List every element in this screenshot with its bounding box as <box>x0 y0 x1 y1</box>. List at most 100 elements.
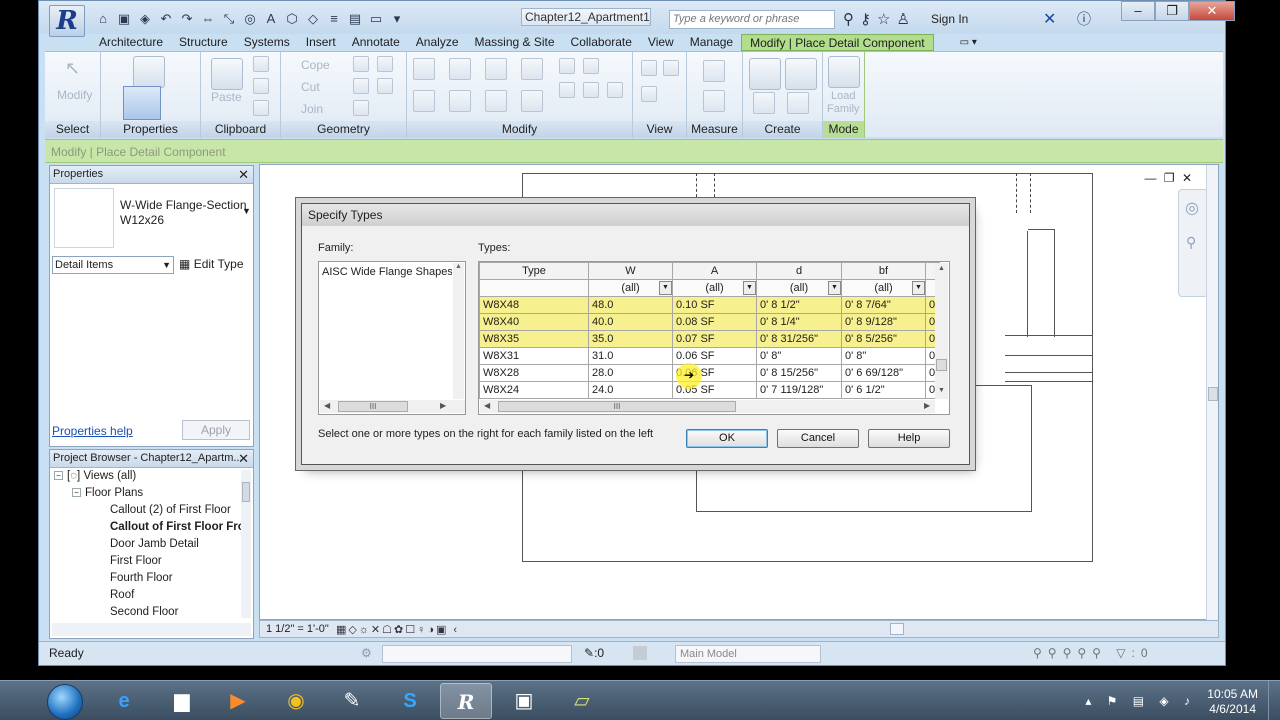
close-icon[interactable]: ✕ <box>238 450 249 467</box>
scroll-left-icon[interactable]: ◀ <box>324 401 330 410</box>
delete-icon[interactable] <box>607 82 623 98</box>
favorites-star-icon[interactable]: ☆ <box>877 10 890 28</box>
system-clock[interactable]: 10:05 AM 4/6/2014 <box>1207 687 1258 717</box>
filter-bf[interactable]: (all) ▼ <box>841 279 926 297</box>
scrollbar-thumb[interactable]: III <box>338 401 408 412</box>
tab-view[interactable]: View <box>640 34 682 51</box>
measure-icon[interactable]: ⇔ <box>200 11 216 27</box>
camera-app-icon[interactable]: ▣ <box>498 683 550 719</box>
cell-a[interactable]: 0.06 SF <box>672 347 757 365</box>
cell-w[interactable]: 24.0 <box>588 381 673 399</box>
section-icon[interactable]: ◇ <box>305 11 321 27</box>
project-browser-horizontal-scrollbar[interactable] <box>52 623 251 636</box>
load-family-label-1[interactable]: Load <box>831 90 855 102</box>
paint-icon[interactable] <box>377 56 393 72</box>
system-tray-icons[interactable]: ▴ ⚑ ▤ ◈ ♪ <box>1085 694 1196 708</box>
view-control-icons[interactable]: ▦◇☼✕☖✿☐♀◑▣ ‹ <box>336 623 459 636</box>
cell-w[interactable]: 40.0 <box>588 313 673 331</box>
cell-type[interactable]: W8X40 <box>479 313 589 331</box>
aligned-dimension-icon[interactable]: ⤡ <box>221 11 237 27</box>
selection-filter-icons[interactable]: ⚲⚲⚲⚲⚲ ▽:0 <box>1033 646 1154 660</box>
3d-view-icon[interactable]: ⬡ <box>284 11 300 27</box>
minimize-button[interactable]: – <box>1121 1 1155 21</box>
cell-a[interactable]: 0.07 SF <box>672 330 757 348</box>
collapse-icon[interactable]: − <box>54 471 63 481</box>
cell-type[interactable]: W8X35 <box>479 330 589 348</box>
cell-w[interactable]: 31.0 <box>588 347 673 365</box>
cell-type[interactable]: W8X31 <box>479 347 589 365</box>
maximize-button[interactable]: ❐ <box>1155 1 1189 21</box>
skype-icon[interactable]: S <box>384 683 436 719</box>
scroll-up-icon[interactable]: ▲ <box>938 265 945 272</box>
help-icon[interactable]: ⓘ <box>1077 9 1091 29</box>
wall-joins-icon[interactable] <box>353 78 369 94</box>
table-row[interactable]: W8X24 24.0 0.05 SF 0' 7 119/128" 0' 6 1/… <box>479 381 940 399</box>
infocenter-search-input[interactable]: Type a keyword or phrase <box>669 10 835 29</box>
tab-structure[interactable]: Structure <box>171 34 236 51</box>
paste-button[interactable]: Paste <box>211 90 242 104</box>
tag-icon[interactable]: ◎ <box>242 11 258 27</box>
cell-type[interactable]: W8X28 <box>479 364 589 382</box>
tree-item-views-all[interactable]: − [◌] Views (all) <box>50 468 242 485</box>
offset-icon[interactable] <box>449 58 471 80</box>
cut-clipboard-icon[interactable] <box>253 56 269 72</box>
column-header-w[interactable]: W <box>588 262 673 280</box>
feather-app-icon[interactable]: ✎ <box>326 683 378 719</box>
cell-bf[interactable]: 0' 8 5/256" <box>841 330 926 348</box>
text-icon[interactable]: A <box>263 11 279 27</box>
tree-item-view[interactable]: Callout (2) of First Floor <box>50 502 242 519</box>
chevron-down-icon[interactable]: ▼ <box>659 281 672 295</box>
array-icon[interactable] <box>583 58 599 74</box>
table-row[interactable]: W8X31 31.0 0.06 SF 0' 8" 0' 8" 0 <box>479 347 940 365</box>
revit-taskbar-icon[interactable]: R <box>440 683 492 719</box>
column-header-a[interactable]: A <box>672 262 757 280</box>
paste-icon[interactable] <box>211 58 243 90</box>
create-parts-icon[interactable] <box>785 58 817 90</box>
scroll-right-icon[interactable]: ▶ <box>924 401 930 410</box>
media-player-icon[interactable]: ▶ <box>212 683 264 719</box>
create-group-icon[interactable] <box>753 92 775 114</box>
copy-clipboard-icon[interactable] <box>253 78 269 94</box>
tab-collaborate[interactable]: Collaborate <box>563 34 640 51</box>
tab-architecture[interactable]: Architecture <box>91 34 171 51</box>
load-family-label-2[interactable]: Family <box>827 103 859 115</box>
chevron-down-icon[interactable]: ▼ <box>743 281 756 295</box>
tab-annotate[interactable]: Annotate <box>344 34 408 51</box>
cell-bf[interactable]: 0' 8 7/64" <box>841 296 926 314</box>
redo-icon[interactable]: ↷ <box>179 11 195 27</box>
type-selector[interactable]: W-Wide Flange-Section W12x26 <box>120 198 247 228</box>
tab-manage[interactable]: Manage <box>682 34 741 51</box>
type-dropdown-icon[interactable]: ▼ <box>242 206 251 216</box>
type-properties-icon[interactable] <box>133 56 165 88</box>
exchange-icon[interactable]: ✕ <box>1043 9 1056 29</box>
filter-d[interactable]: (all) ▼ <box>756 279 842 297</box>
family-list[interactable]: AISC Wide Flange Shapes-Se ▲ ◀ III ▶ <box>318 261 466 415</box>
internet-explorer-icon[interactable]: e <box>98 683 150 719</box>
canvas-vertical-scrollbar[interactable] <box>1206 165 1218 621</box>
close-hidden-icon[interactable]: ▤ <box>347 11 363 27</box>
user-icon[interactable]: ♙ <box>896 10 909 28</box>
cell-a[interactable]: 0.08 SF <box>672 313 757 331</box>
table-row[interactable]: W8X48 48.0 0.10 SF 0' 8 1/2" 0' 8 7/64" … <box>479 296 940 314</box>
thin-lines-icon[interactable]: ≡ <box>326 11 342 27</box>
override-graphics-icon[interactable] <box>663 60 679 76</box>
subscription-icon[interactable]: ⚷ <box>860 10 871 28</box>
design-options-icon[interactable] <box>633 646 647 660</box>
measure-between-icon[interactable] <box>703 60 725 82</box>
unjoin-icon[interactable] <box>353 100 369 116</box>
cut-button[interactable]: Cut <box>301 80 320 94</box>
editing-requests-count[interactable]: ✎:0 <box>584 646 604 660</box>
binoculars-icon[interactable]: ⚲ <box>843 10 854 28</box>
cell-d[interactable]: 0' 8 1/2" <box>756 296 842 314</box>
switch-windows-icon[interactable]: ▭ <box>368 11 384 27</box>
tree-item-view[interactable]: Second Floor <box>50 604 242 621</box>
application-menu-button[interactable]: R <box>49 5 85 37</box>
cell-d[interactable]: 0' 8" <box>756 347 842 365</box>
file-explorer-icon[interactable]: ▆ <box>156 683 208 719</box>
show-desktop-button[interactable] <box>1268 681 1280 720</box>
join-button[interactable]: Join <box>301 102 323 116</box>
help-button[interactable]: Help <box>868 429 950 448</box>
view-window-controls[interactable]: — ❐ ✕ <box>1145 171 1194 185</box>
filter-w[interactable]: (all) ▼ <box>588 279 673 297</box>
tree-item-view-active[interactable]: Callout of First Floor Fro <box>50 519 242 536</box>
